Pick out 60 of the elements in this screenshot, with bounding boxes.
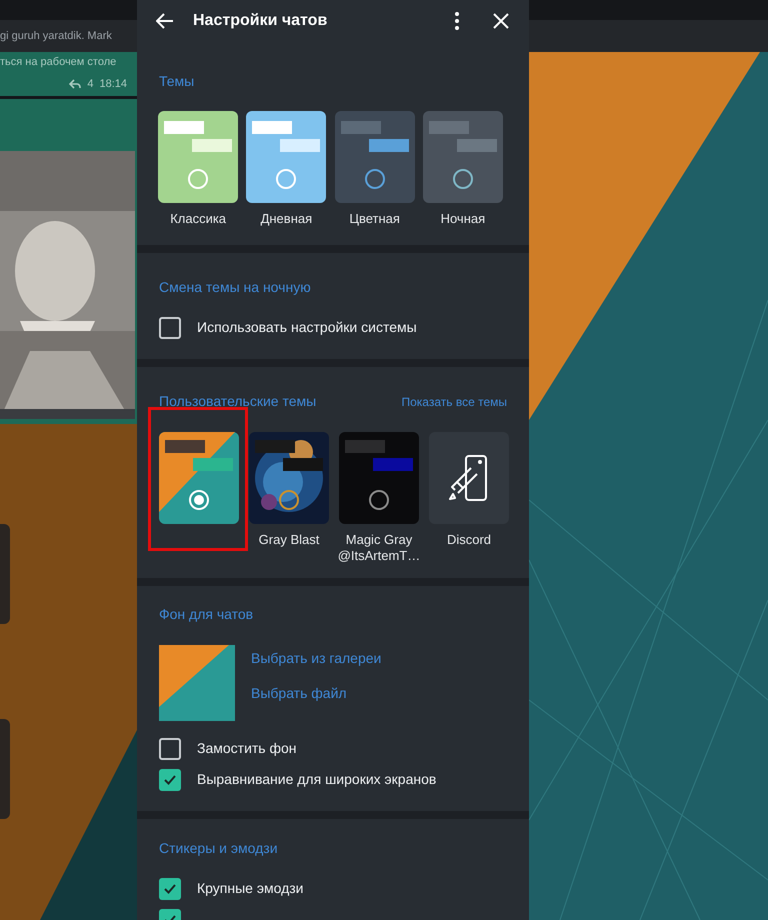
theme-tile[interactable] (422, 111, 503, 203)
theme-tile[interactable] (339, 432, 419, 524)
bubble-preview (428, 121, 469, 134)
message-snippet: gi guruh yaratdik. Mark (0, 28, 112, 44)
reply-count: 4 (87, 76, 94, 92)
theme-tile[interactable] (158, 111, 238, 203)
check-icon (164, 884, 176, 894)
checkbox-label: Использовать настройки системы (197, 318, 417, 337)
theme-label: Дневная (260, 211, 312, 227)
bubble-preview (255, 440, 295, 453)
checkbox[interactable] (159, 768, 181, 790)
bubble-preview (164, 121, 204, 134)
theme-label: Gray Blast (258, 532, 320, 548)
background-link[interactable]: Выбрать из галереи (251, 648, 382, 669)
theme-tile[interactable] (334, 111, 415, 203)
bubble-preview (368, 139, 409, 152)
bubble-preview (252, 121, 292, 134)
theme-tile[interactable] (246, 111, 326, 203)
section-title: Смена темы на ночную (159, 278, 312, 297)
more-icon (455, 12, 459, 30)
reply-icon (69, 78, 82, 89)
back-arrow-icon (156, 13, 174, 29)
bubble-preview (165, 440, 205, 453)
back-button[interactable] (155, 11, 175, 31)
section-title: Темы (159, 72, 196, 91)
bubble-preview (345, 440, 385, 453)
theme-label: Magic Gray @ItsArtemT… (336, 532, 422, 564)
brush-phone-icon (449, 454, 489, 502)
bubble-preview (456, 139, 497, 152)
checkbox[interactable] (159, 316, 181, 338)
background-link[interactable]: Выбрать файл (251, 683, 382, 704)
theme-label: Discord (446, 532, 492, 548)
bubble-preview (373, 458, 413, 471)
section-title: Пользовательские темы (159, 392, 316, 411)
message-time: 18:14 (99, 76, 127, 92)
checkbox[interactable] (159, 878, 181, 900)
checkbox[interactable] (159, 738, 181, 760)
bubble-preview (193, 458, 233, 471)
bubble-preview (340, 121, 381, 134)
message-text: ться на рабочем столе (0, 55, 118, 70)
show-all-themes-link[interactable]: Показать все темы (401, 392, 507, 410)
theme-tile[interactable] (159, 432, 239, 524)
check-icon (164, 774, 176, 784)
close-button[interactable] (491, 11, 511, 31)
panel-title: Настройки чатов (193, 11, 328, 31)
theme-label: Цветная (349, 211, 400, 227)
section-title: Фон для чатов (159, 605, 254, 624)
bubble-preview (280, 139, 320, 152)
theme-tile[interactable] (249, 432, 329, 524)
bubble-preview (283, 458, 323, 471)
theme-label: Ночная (440, 211, 486, 227)
background-thumbnail[interactable] (159, 645, 235, 721)
checkbox-label: Выравнивание для широких экранов (197, 770, 436, 789)
bubble-preview (192, 139, 232, 152)
theme-tile[interactable] (429, 432, 509, 524)
checkbox-label: Крупные эмодзи (197, 879, 304, 898)
section-title: Стикеры и эмодзи (159, 839, 279, 858)
checkbox-label: Замостить фон (197, 739, 297, 758)
theme-label: Классика (170, 211, 226, 227)
close-icon (493, 13, 509, 29)
